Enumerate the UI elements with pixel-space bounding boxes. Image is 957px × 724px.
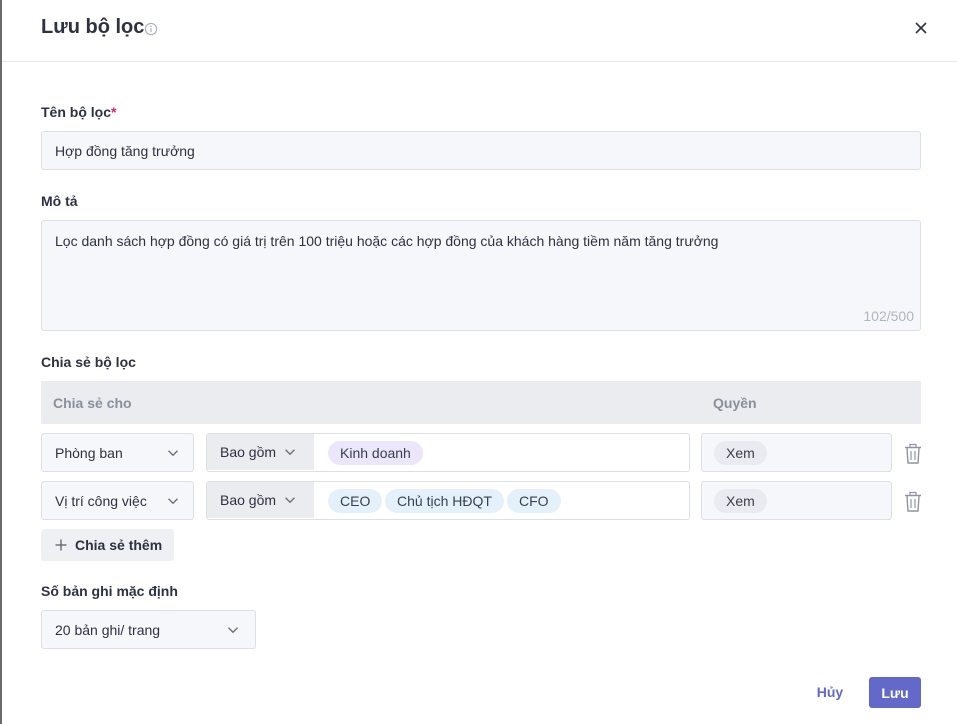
- share-table-header: Chia sẻ cho Quyền: [41, 381, 921, 424]
- share-type-select[interactable]: Vị trí công việc: [41, 481, 194, 520]
- permission-box[interactable]: Xem: [701, 481, 892, 520]
- chevron-down-icon: [228, 627, 238, 634]
- chevron-down-icon: [168, 450, 178, 457]
- add-share-label: Chia sẻ thêm: [75, 537, 163, 553]
- value-chip[interactable]: CEO: [328, 489, 383, 513]
- required-mark: *: [111, 104, 117, 120]
- chevron-down-icon: [168, 498, 178, 505]
- share-type-value: Vị trí công việc: [55, 492, 147, 509]
- description-value: Lọc danh sách hợp đồng có giá trị trên 1…: [55, 233, 719, 249]
- value-chip[interactable]: Chủ tịch HĐQT: [385, 489, 504, 513]
- chevron-down-icon: [285, 497, 295, 504]
- filter-name-value: Hợp đồng tăng trưởng: [55, 142, 195, 159]
- operator-value: Bao gồm: [220, 492, 277, 508]
- chevron-down-icon: [285, 449, 295, 456]
- add-share-button[interactable]: Chia sẻ thêm: [41, 529, 174, 561]
- default-records-label: Số bản ghi mặc định: [41, 583, 178, 599]
- trash-icon[interactable]: [904, 443, 922, 465]
- trash-icon[interactable]: [904, 491, 922, 513]
- value-chip[interactable]: Kinh doanh: [328, 441, 423, 465]
- permission-box[interactable]: Xem: [701, 433, 892, 472]
- share-condition-box[interactable]: Bao gồm CEO Chủ tịch HĐQT CFO: [206, 481, 690, 520]
- share-condition-box[interactable]: Bao gồm Kinh doanh: [206, 433, 690, 472]
- description-textarea[interactable]: Lọc danh sách hợp đồng có giá trị trên 1…: [41, 220, 921, 331]
- operator-select[interactable]: Bao gồm: [207, 434, 314, 470]
- info-circle-icon[interactable]: [144, 22, 158, 36]
- cancel-button[interactable]: Hủy: [802, 677, 858, 707]
- filter-name-label-text: Tên bộ lọc: [41, 104, 111, 120]
- character-counter: 102/500: [863, 308, 914, 324]
- operator-select[interactable]: Bao gồm: [207, 482, 314, 518]
- share-type-select[interactable]: Phòng ban: [41, 433, 194, 472]
- operator-value: Bao gồm: [220, 444, 277, 460]
- column-permission: Quyền: [713, 395, 757, 411]
- description-label: Mô tả: [41, 193, 78, 209]
- share-label: Chia sẻ bộ lọc: [41, 354, 136, 370]
- column-share-to: Chia sẻ cho: [53, 395, 132, 411]
- close-icon[interactable]: [912, 19, 930, 37]
- permission-chip[interactable]: Xem: [714, 441, 767, 465]
- dialog-title: Lưu bộ lọc: [41, 16, 145, 38]
- plus-icon: [55, 539, 67, 551]
- default-records-value: 20 bản ghi/ trang: [55, 621, 161, 638]
- value-chip[interactable]: CFO: [507, 489, 561, 513]
- share-type-value: Phòng ban: [55, 444, 123, 461]
- default-records-select[interactable]: 20 bản ghi/ trang: [41, 610, 256, 649]
- save-filter-dialog: Lưu bộ lọc Tên bộ lọc* Hợp đồng tăng trư…: [2, 0, 957, 724]
- dialog-header: Lưu bộ lọc: [2, 0, 957, 62]
- filter-name-input[interactable]: Hợp đồng tăng trưởng: [41, 131, 921, 170]
- save-button[interactable]: Lưu: [869, 677, 921, 708]
- filter-name-label: Tên bộ lọc*: [41, 104, 116, 120]
- permission-chip[interactable]: Xem: [714, 489, 767, 513]
